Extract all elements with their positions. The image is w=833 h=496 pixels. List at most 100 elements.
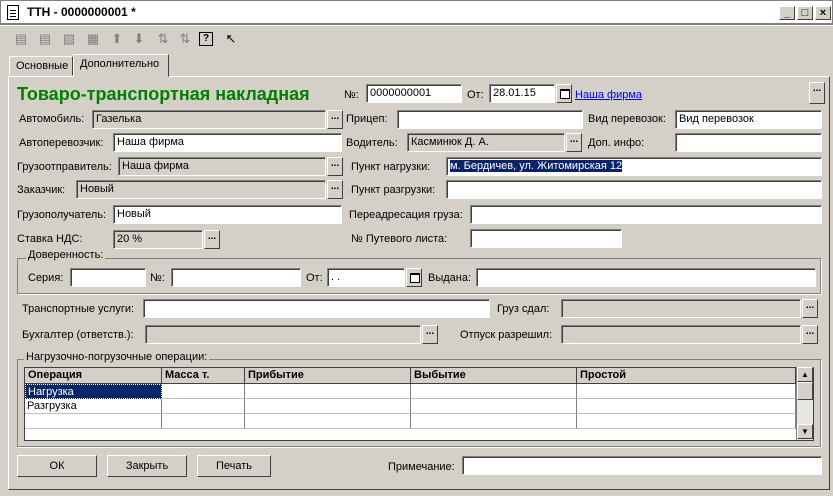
customer-select-button[interactable]: ... (327, 180, 343, 199)
operations-table[interactable]: Операция Масса т. Прибытие Выбытие Прост… (24, 367, 814, 441)
table-cell-operation[interactable]: Разгрузка (25, 399, 162, 414)
table-cell[interactable] (245, 414, 411, 429)
edit-icon[interactable]: ▧ (60, 30, 78, 48)
print-button[interactable]: Печать (197, 455, 271, 477)
release-label: Отпуск разрешил: (460, 329, 553, 341)
driver-field[interactable]: Касминюк Д. А. (407, 133, 565, 152)
transport-type-field[interactable]: Вид перевозок (675, 110, 822, 129)
accountant-select-button[interactable]: ... (422, 325, 438, 344)
poa-calendar-icon[interactable] (406, 268, 422, 287)
car-select-button[interactable]: ... (327, 110, 343, 129)
scroll-up-icon[interactable]: ▲ (797, 367, 813, 382)
number-field[interactable]: 0000000001 (366, 84, 462, 103)
table-cell[interactable] (411, 384, 577, 399)
col-idle[interactable]: Простой (577, 368, 796, 384)
scroll-down-icon[interactable]: ▼ (797, 424, 813, 439)
poa-number-field[interactable] (171, 268, 301, 287)
consignee-field[interactable]: Новый (113, 205, 342, 224)
issued-field[interactable] (476, 268, 816, 287)
table-cell[interactable] (577, 384, 796, 399)
extra-info-label: Доп. инфо: (588, 137, 645, 149)
table-cell[interactable] (162, 399, 245, 414)
document-icon (7, 5, 19, 20)
toolbar-separator (0, 24, 833, 26)
waybill-field[interactable] (470, 229, 622, 248)
table-cell-operation[interactable]: Нагрузка (25, 384, 162, 399)
cargo-handed-label: Груз сдал: (497, 303, 550, 315)
minimize-button[interactable]: _ (779, 6, 795, 20)
vat-select-button[interactable]: ... (204, 230, 220, 249)
readdressing-field[interactable] (470, 205, 822, 224)
readdressing-label: Переадресация груза: (349, 209, 463, 221)
loading-point-label: Пункт нагрузки: (351, 161, 431, 173)
loading-point-field[interactable]: м. Бердичев, ул. Житомирская 12 (446, 157, 822, 176)
move-down-icon[interactable]: ⬇ (130, 30, 148, 48)
trailer-field[interactable] (397, 110, 583, 129)
release-select-button[interactable]: ... (802, 325, 818, 344)
close-form-button[interactable]: Закрыть (107, 455, 187, 477)
calendar-icon[interactable] (556, 84, 572, 103)
unloading-point-label: Пункт разгрузки: (351, 184, 436, 196)
table-cell[interactable] (577, 414, 796, 429)
table-cell[interactable] (577, 399, 796, 414)
release-field[interactable] (561, 325, 801, 344)
cargo-handed-field[interactable] (561, 299, 801, 318)
series-field[interactable] (70, 268, 146, 287)
table-cell[interactable] (162, 414, 245, 429)
maximize-button[interactable]: □ (797, 6, 813, 20)
shipper-field[interactable]: Наша фирма (118, 157, 326, 176)
unloading-point-field[interactable] (446, 180, 822, 199)
add-icon[interactable]: ▤ (12, 30, 30, 48)
vat-label: Ставка НДС: (17, 233, 83, 245)
customer-field[interactable]: Новый (76, 180, 326, 199)
delete-icon[interactable]: ▦ (84, 30, 102, 48)
table-cell-operation[interactable] (25, 414, 162, 429)
car-label: Автомобиль: (19, 113, 85, 125)
carrier-field[interactable]: Наша фирма (113, 133, 342, 152)
scroll-thumb[interactable] (797, 382, 813, 400)
move-up-icon[interactable]: ⬆ (108, 30, 126, 48)
col-arrival[interactable]: Прибытие (245, 368, 411, 384)
company-link[interactable]: Наша фирма (575, 86, 642, 104)
col-operation[interactable]: Операция (25, 368, 162, 384)
accountant-field[interactable] (145, 325, 421, 344)
help-icon[interactable]: ? (199, 32, 213, 46)
extra-info-field[interactable] (675, 133, 822, 152)
table-scrollbar[interactable]: ▲ ▼ (796, 367, 813, 440)
table-cell[interactable] (411, 399, 577, 414)
sort-desc-icon[interactable]: ⇅ (176, 30, 194, 48)
context-help-icon[interactable]: ↖ (222, 30, 240, 48)
driver-select-button[interactable]: ... (566, 133, 582, 152)
sort-asc-icon[interactable]: ⇅ (154, 30, 172, 48)
date-field[interactable]: 28.01.15 (489, 84, 555, 103)
customer-label: Заказчик: (17, 184, 66, 196)
vat-field[interactable]: 20 % (113, 230, 203, 249)
table-cell[interactable] (245, 384, 411, 399)
ok-button[interactable]: ОК (17, 455, 97, 477)
table-cell[interactable] (162, 384, 245, 399)
tab-main[interactable]: Основные (9, 56, 73, 76)
trailer-label: Прицеп: (346, 113, 388, 125)
note-label: Примечание: (388, 461, 455, 473)
table-cell[interactable] (411, 414, 577, 429)
cargo-handed-select-button[interactable]: ... (802, 299, 818, 318)
close-button[interactable]: × (815, 6, 831, 20)
loading-point-value: м. Бердичев, ул. Житомирская 12 (450, 160, 623, 172)
poa-date-field[interactable]: . . (327, 268, 405, 287)
col-mass[interactable]: Масса т. (162, 368, 245, 384)
transport-services-field[interactable] (143, 299, 490, 318)
note-field[interactable] (462, 456, 822, 475)
series-label: Серия: (28, 272, 64, 284)
table-cell[interactable] (245, 399, 411, 414)
poa-date-label: От: (306, 272, 323, 284)
waybill-label: № Путевого листа: (351, 233, 448, 245)
copy-icon[interactable]: ▤ (36, 30, 54, 48)
tab-additional[interactable]: Дополнительно (73, 54, 169, 77)
shipper-select-button[interactable]: ... (327, 157, 343, 176)
consignee-label: Грузополучатель: (17, 209, 107, 221)
driver-label: Водитель: (346, 137, 398, 149)
car-field[interactable]: Газелька (92, 110, 326, 129)
carrier-label: Автоперевозчик: (19, 137, 104, 149)
col-departure[interactable]: Выбытие (411, 368, 577, 384)
more-button[interactable]: ... (809, 82, 825, 104)
